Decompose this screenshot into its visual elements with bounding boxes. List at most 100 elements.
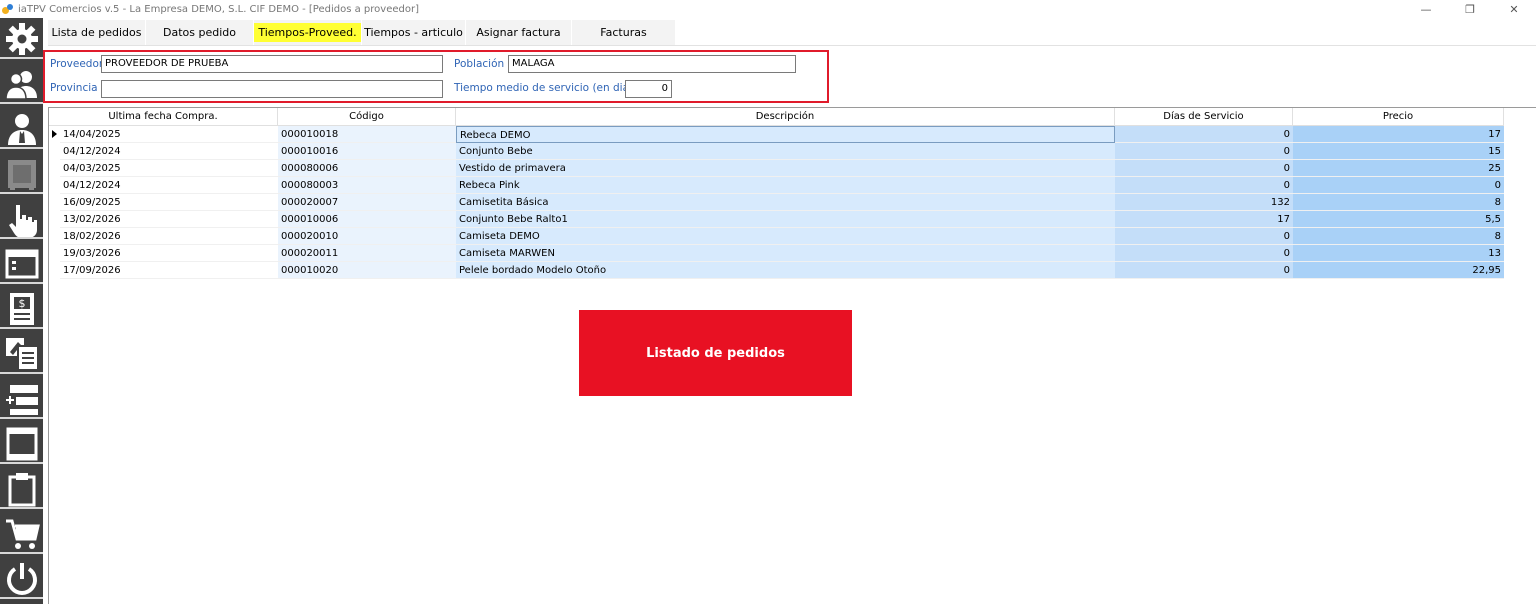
proveedor-label: Proveedor	[50, 58, 104, 70]
cell-precio[interactable]: 15	[1293, 143, 1504, 160]
table-row[interactable]: 19/03/2026 000020011 Camiseta MARWEN 0 13	[49, 245, 1505, 262]
table-row[interactable]: 13/02/2026 000010006 Conjunto Bebe Ralto1 1…	[49, 211, 1505, 228]
tab-tiempos-articulo[interactable]: Tiempos - articulo	[362, 20, 466, 45]
tiempo-medio-label: Tiempo medio de servicio (en dias)	[454, 82, 639, 94]
col-header-fecha[interactable]: Ultima fecha Compra.	[49, 108, 278, 126]
app-logo-icon	[2, 3, 14, 15]
cell-dias[interactable]: 0	[1115, 126, 1293, 143]
cell-dias[interactable]: 0	[1115, 177, 1293, 194]
cell-precio[interactable]: 25	[1293, 160, 1504, 177]
cell-descripcion[interactable]: Camiseta DEMO	[456, 228, 1115, 245]
title-bar: iaTPV Comercios v.5 - La Empresa DEMO, S…	[0, 0, 1536, 18]
tab-facturas[interactable]: Facturas	[572, 20, 676, 45]
cell-fecha[interactable]: 17/09/2026	[60, 262, 278, 279]
cell-descripcion[interactable]: Rebeca Pink	[456, 177, 1115, 194]
cell-precio[interactable]: 8	[1293, 228, 1504, 245]
cell-fecha[interactable]: 19/03/2026	[60, 245, 278, 262]
invoice-button[interactable]: $	[0, 288, 43, 329]
cell-fecha[interactable]: 04/03/2025	[60, 160, 278, 177]
cell-dias[interactable]: 0	[1115, 160, 1293, 177]
window-button[interactable]	[0, 243, 43, 284]
cell-dias[interactable]: 0	[1115, 262, 1293, 279]
cell-codigo[interactable]: 000020010	[278, 228, 456, 245]
restore-button[interactable]: ❐	[1448, 0, 1492, 18]
table-row[interactable]: 04/12/2024 000010016 Conjunto Bebe 0 15	[49, 143, 1505, 160]
table-row[interactable]: 14/04/2025 000010018 Rebeca DEMO 0 17	[49, 126, 1505, 143]
cell-codigo[interactable]: 000010020	[278, 262, 456, 279]
col-header-precio[interactable]: Precio	[1293, 108, 1504, 126]
cell-codigo[interactable]: 000010006	[278, 211, 456, 228]
table-row[interactable]: 18/02/2026 000020010 Camiseta DEMO 0 8	[49, 228, 1505, 245]
tab-datos-pedido[interactable]: Datos pedido	[146, 20, 254, 45]
minimize-button[interactable]: —	[1404, 0, 1448, 18]
table-row[interactable]: 04/12/2024 000080003 Rebeca Pink 0 0	[49, 177, 1505, 194]
cell-precio[interactable]: 0	[1293, 177, 1504, 194]
window-list-button[interactable]	[0, 423, 43, 464]
listado-de-pedidos-button[interactable]: Listado de pedidos	[579, 310, 852, 396]
cart-button[interactable]	[0, 513, 43, 554]
table-row[interactable]: 04/03/2025 000080006 Vestido de primavera 0…	[49, 160, 1505, 177]
power-button[interactable]	[0, 558, 43, 599]
settings-button[interactable]	[0, 18, 43, 59]
documents-button[interactable]	[0, 333, 43, 374]
window-title: iaTPV Comercios v.5 - La Empresa DEMO, S…	[18, 3, 419, 15]
cell-precio[interactable]: 5,5	[1293, 211, 1504, 228]
cell-codigo[interactable]: 000020011	[278, 245, 456, 262]
cell-precio[interactable]: 13	[1293, 245, 1504, 262]
cell-precio[interactable]: 8	[1293, 194, 1504, 211]
cell-codigo[interactable]: 000080003	[278, 177, 456, 194]
cell-precio[interactable]: 17	[1293, 126, 1504, 143]
clipboard-button[interactable]	[0, 468, 43, 509]
col-header-dias[interactable]: Días de Servicio	[1115, 108, 1293, 126]
proveedor-input[interactable]: PROVEEDOR DE PRUEBA	[101, 55, 443, 73]
cell-codigo[interactable]: 000020007	[278, 194, 456, 211]
cell-dias[interactable]: 0	[1115, 143, 1293, 160]
col-header-descripcion[interactable]: Descripción	[456, 108, 1115, 126]
close-button[interactable]: ✕	[1492, 0, 1536, 18]
tab-lista-de-pedidos[interactable]: Lista de pedidos	[48, 20, 146, 45]
cell-dias[interactable]: 0	[1115, 228, 1293, 245]
col-header-codigo[interactable]: Código	[278, 108, 456, 126]
clients-button[interactable]	[0, 63, 43, 104]
shopping-cart-icon	[5, 519, 40, 549]
tab-divider	[48, 45, 1536, 46]
cell-descripcion[interactable]: Conjunto Bebe	[456, 143, 1115, 160]
cell-descripcion[interactable]: Rebeca DEMO	[456, 126, 1115, 143]
cell-dias[interactable]: 0	[1115, 245, 1293, 262]
cell-codigo[interactable]: 000010018	[278, 126, 456, 143]
cell-codigo[interactable]: 000080006	[278, 160, 456, 177]
cell-codigo[interactable]: 000010016	[278, 143, 456, 160]
current-row-indicator-icon	[52, 130, 57, 138]
browser-window-icon	[5, 249, 38, 278]
provincia-input[interactable]	[101, 80, 443, 98]
documents-clipboard-icon	[5, 337, 39, 371]
user-button[interactable]	[0, 108, 43, 149]
window-controls: — ❐ ✕	[1404, 0, 1536, 18]
cell-descripcion[interactable]: Vestido de primavera	[456, 160, 1115, 177]
cell-descripcion[interactable]: Camiseta MARWEN	[456, 245, 1115, 262]
table-row[interactable]: 16/09/2025 000020007 Camisetita Básica 132 8	[49, 194, 1505, 211]
cell-fecha[interactable]: 14/04/2025	[60, 126, 278, 143]
left-toolbar: $	[0, 18, 43, 604]
cell-fecha[interactable]: 04/12/2024	[60, 143, 278, 160]
provincia-label: Provincia	[50, 82, 98, 94]
cell-descripcion[interactable]: Camisetita Básica	[456, 194, 1115, 211]
cell-descripcion[interactable]: Conjunto Bebe Ralto1	[456, 211, 1115, 228]
table-row[interactable]: 17/09/2026 000010020 Pelele bordado Modelo…	[49, 262, 1505, 279]
cell-fecha[interactable]: 13/02/2026	[60, 211, 278, 228]
touch-button[interactable]	[0, 198, 43, 239]
poblacion-label: Población	[454, 58, 505, 70]
cell-fecha[interactable]: 04/12/2024	[60, 177, 278, 194]
cell-precio[interactable]: 22,95	[1293, 262, 1504, 279]
tab-asignar-factura[interactable]: Asignar factura	[466, 20, 572, 45]
safe-button[interactable]	[0, 153, 43, 194]
cell-dias[interactable]: 132	[1115, 194, 1293, 211]
poblacion-input[interactable]: MALAGA	[508, 55, 796, 73]
tab-tiempos-proveed[interactable]: Tiempos-Proveed.	[254, 20, 362, 45]
cell-fecha[interactable]: 18/02/2026	[60, 228, 278, 245]
tiempo-medio-input[interactable]: 0	[625, 80, 672, 98]
add-list-button[interactable]	[0, 378, 43, 419]
cell-descripcion[interactable]: Pelele bordado Modelo Otoño	[456, 262, 1115, 279]
cell-fecha[interactable]: 16/09/2025	[60, 194, 278, 211]
cell-dias[interactable]: 17	[1115, 211, 1293, 228]
